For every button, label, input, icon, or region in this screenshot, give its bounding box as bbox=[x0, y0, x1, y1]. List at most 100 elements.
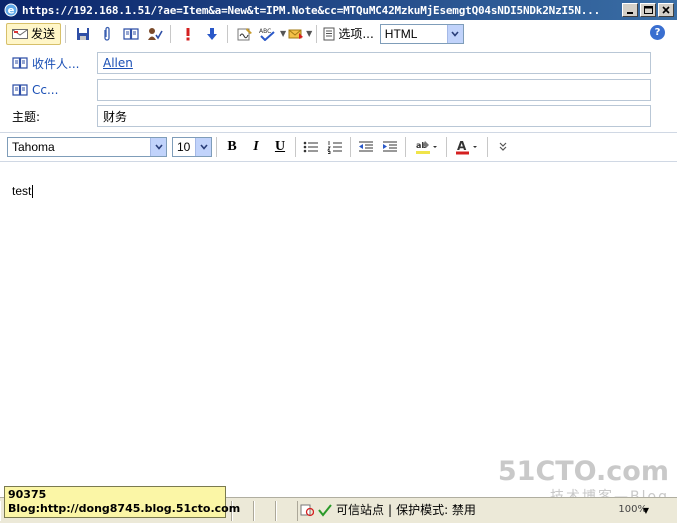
to-row: 收件人... Allen bbox=[0, 51, 677, 75]
high-importance-button[interactable] bbox=[177, 23, 199, 45]
toolbar-separator bbox=[316, 24, 318, 43]
address-book-icon bbox=[12, 57, 28, 69]
send-label: 发送 bbox=[31, 27, 56, 41]
save-button[interactable] bbox=[72, 23, 94, 45]
format-separator bbox=[446, 137, 447, 157]
address-book-icon bbox=[123, 28, 139, 40]
chevron-down-icon[interactable]: ▼ bbox=[306, 29, 312, 38]
address-book-icon bbox=[12, 84, 28, 96]
tooltip: 90375 Blog:http://dong8745.blog.51cto.co… bbox=[4, 486, 241, 518]
save-disk-icon bbox=[77, 27, 90, 40]
low-importance-button[interactable] bbox=[201, 23, 223, 45]
format-separator bbox=[405, 137, 406, 157]
check-names-button[interactable] bbox=[144, 23, 166, 45]
maximize-icon bbox=[643, 6, 653, 14]
to-field[interactable]: Allen bbox=[97, 52, 651, 74]
double-chevron-down-icon bbox=[499, 142, 507, 151]
trusted-site-check-icon bbox=[318, 503, 332, 517]
message-body-editor[interactable]: test bbox=[0, 162, 677, 497]
check-names-icon bbox=[148, 27, 163, 40]
more-formatting-button[interactable] bbox=[491, 136, 515, 158]
format-separator bbox=[350, 137, 351, 157]
font-name-value: Tahoma bbox=[12, 140, 55, 154]
font-size-select[interactable]: 10 bbox=[172, 137, 212, 157]
subject-value: 财务 bbox=[103, 109, 128, 124]
toolbar-separator bbox=[170, 24, 172, 43]
paperclip-icon bbox=[104, 26, 110, 41]
subject-field[interactable]: 财务 bbox=[97, 105, 651, 127]
message-toolbar: 发送 ABC ▼ ▼ 选项... HTML ? bbox=[0, 20, 677, 47]
address-book-button[interactable] bbox=[120, 23, 142, 45]
underline-button[interactable]: U bbox=[268, 136, 292, 158]
chevron-down-icon[interactable]: ▼ bbox=[280, 29, 286, 38]
signature-icon bbox=[237, 27, 253, 40]
follow-up-button[interactable]: ▼ bbox=[288, 23, 312, 45]
font-color-icon: A bbox=[456, 139, 477, 155]
tooltip-line-1: 90375 bbox=[8, 488, 47, 501]
status-separator: | bbox=[388, 502, 393, 517]
format-separator bbox=[487, 137, 488, 157]
send-mail-icon bbox=[12, 28, 28, 39]
svg-text:e: e bbox=[8, 6, 15, 17]
status-cell bbox=[254, 500, 276, 521]
window-title-bar: e https://192.168.1.51/?ae=Item&a=New&t=… bbox=[0, 0, 677, 20]
arrow-down-icon bbox=[207, 27, 218, 40]
minimize-button[interactable] bbox=[622, 3, 638, 17]
zone-label: 可信站点 bbox=[336, 503, 385, 517]
numbered-list-icon bbox=[327, 141, 342, 154]
follow-up-flag-icon bbox=[288, 29, 304, 39]
bold-button[interactable]: B bbox=[220, 136, 244, 158]
highlight-button[interactable]: ab bbox=[409, 136, 443, 158]
send-button[interactable]: 发送 bbox=[6, 22, 62, 45]
decrease-indent-button[interactable] bbox=[354, 136, 378, 158]
font-name-select[interactable]: Tahoma bbox=[7, 137, 167, 157]
chevron-down-icon bbox=[150, 138, 166, 156]
to-button[interactable]: 收件人... bbox=[0, 55, 95, 72]
spell-check-icon: ABC bbox=[259, 28, 275, 41]
subject-row: 主题: 财务 bbox=[0, 104, 677, 128]
subject-label: 主题: bbox=[12, 109, 41, 124]
signature-button[interactable] bbox=[234, 23, 256, 45]
highlighter-icon: ab bbox=[416, 141, 437, 154]
security-zone[interactable]: 可信站点 | 保护模式: 禁用 bbox=[300, 501, 476, 518]
bullet-list-icon bbox=[303, 141, 318, 153]
recipient-link[interactable]: Allen bbox=[103, 56, 133, 70]
status-cell bbox=[276, 500, 298, 521]
formatting-toolbar: Tahoma 10 B I U ab A bbox=[0, 132, 677, 162]
attach-file-button[interactable] bbox=[96, 23, 118, 45]
font-color-button[interactable]: A bbox=[450, 136, 484, 158]
outdent-icon bbox=[359, 141, 373, 152]
close-window-button[interactable] bbox=[658, 3, 674, 17]
chevron-down-icon[interactable]: ▼ bbox=[643, 506, 649, 515]
cc-label: Cc... bbox=[32, 83, 59, 97]
cc-button[interactable]: Cc... bbox=[0, 83, 95, 97]
tooltip-line-2: Blog:http://dong8745.blog.51cto.com bbox=[8, 502, 241, 515]
increase-indent-button[interactable] bbox=[378, 136, 402, 158]
chevron-down-icon bbox=[195, 138, 211, 156]
toolbar-separator bbox=[227, 24, 229, 43]
chevron-down-icon bbox=[446, 24, 463, 43]
window-title: https://192.168.1.51/?ae=Item&a=New&t=IP… bbox=[22, 3, 601, 17]
numbered-list-button[interactable] bbox=[323, 136, 347, 158]
format-separator bbox=[295, 137, 296, 157]
cc-field[interactable] bbox=[97, 79, 651, 101]
cc-row: Cc... bbox=[0, 78, 677, 102]
watermark-brand: 51CTO.com bbox=[497, 456, 669, 487]
exclamation-icon bbox=[186, 27, 190, 40]
message-format-select[interactable]: HTML bbox=[379, 23, 464, 44]
protected-mode-label: 保护模式: 禁用 bbox=[396, 503, 476, 517]
italic-button[interactable]: I bbox=[244, 136, 268, 158]
to-label: 收件人... bbox=[32, 56, 80, 71]
options-button[interactable]: 选项... bbox=[323, 25, 374, 42]
spelling-check-button[interactable]: ABC ▼ bbox=[258, 23, 286, 45]
help-icon[interactable]: ? bbox=[650, 25, 665, 40]
close-icon bbox=[662, 6, 670, 14]
font-size-value: 10 bbox=[177, 140, 191, 154]
bulleted-list-button[interactable] bbox=[299, 136, 323, 158]
text-caret bbox=[32, 185, 34, 199]
body-text: test bbox=[12, 184, 32, 198]
svg-text:ABC: ABC bbox=[259, 28, 271, 35]
maximize-button[interactable] bbox=[640, 3, 656, 17]
indent-icon bbox=[383, 141, 397, 152]
minimize-icon bbox=[627, 12, 633, 14]
